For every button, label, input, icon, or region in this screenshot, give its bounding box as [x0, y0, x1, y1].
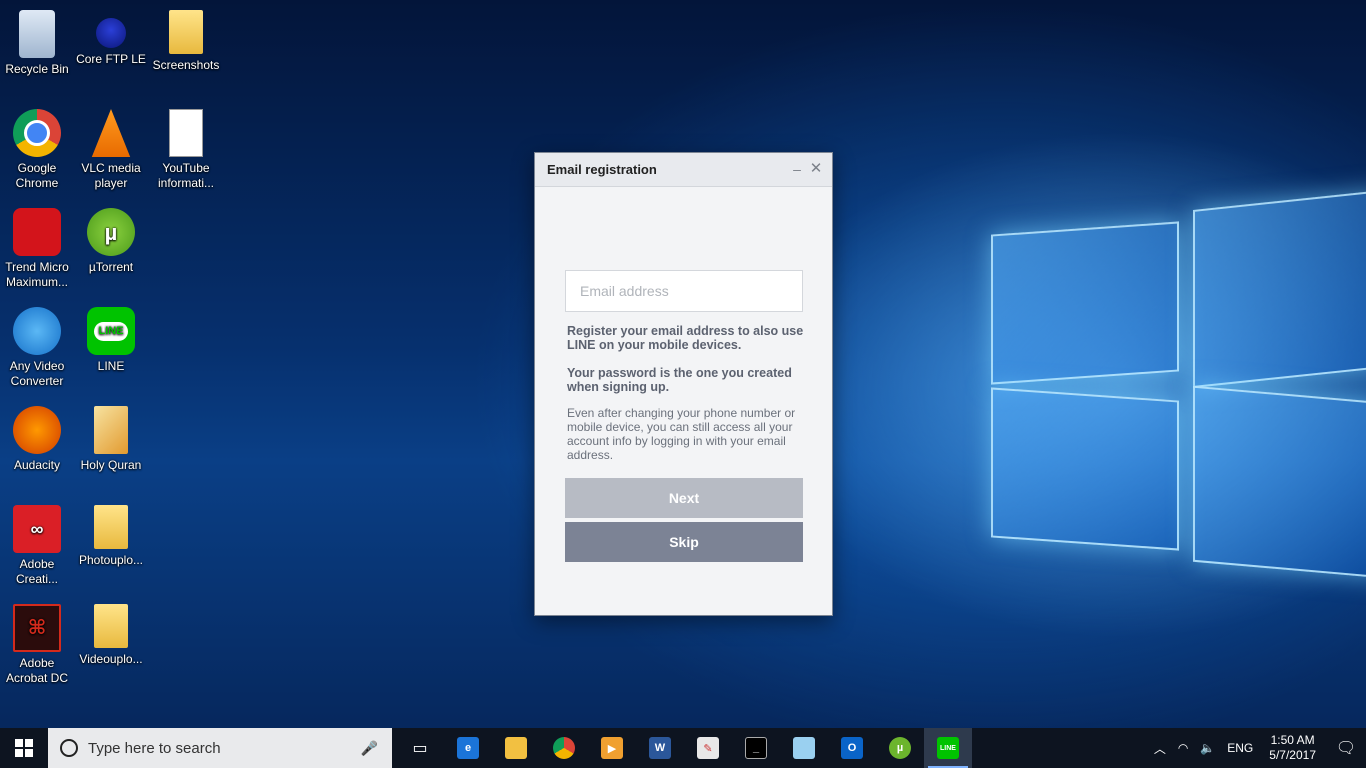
- skip-button[interactable]: Skip: [565, 522, 803, 562]
- taskbar-line[interactable]: LINE: [924, 728, 972, 768]
- language-indicator[interactable]: ENG: [1221, 741, 1259, 755]
- desktop-icon-trend-micro[interactable]: Trend Micro Maximum...: [0, 202, 74, 294]
- taskbar-outlook[interactable]: O: [828, 728, 876, 768]
- dialog-title: Email registration: [547, 162, 657, 177]
- quran-icon: [94, 406, 128, 454]
- chrome-icon: [553, 737, 575, 759]
- video-converter-icon: [13, 307, 61, 355]
- desktop-icon-audacity[interactable]: Audacity: [0, 400, 74, 492]
- desktop-icon-line[interactable]: LINE LINE: [74, 301, 148, 393]
- dialog-title-bar[interactable]: Email registration: [535, 153, 832, 187]
- desktop-icon-youtube-info[interactable]: YouTube informati...: [149, 103, 223, 195]
- edge-icon: e: [457, 737, 479, 759]
- file-explorer-icon: [505, 737, 527, 759]
- desktop-icon-videouploads[interactable]: Videouplo...: [74, 598, 148, 690]
- desktop-icon-adobe-acrobat[interactable]: ⌘ Adobe Acrobat DC: [0, 598, 74, 690]
- command-prompt-icon: _: [745, 737, 767, 759]
- desktop-icon-google-chrome[interactable]: Google Chrome: [0, 103, 74, 195]
- system-tray: ︿ ◠ 🔈 ENG 1:50 AM 5/7/2017 🗨: [1148, 728, 1366, 768]
- adobe-acrobat-icon: ⌘: [13, 604, 61, 652]
- desktop-icon-vlc[interactable]: VLC media player: [74, 103, 148, 195]
- word-icon: W: [649, 737, 671, 759]
- minimize-icon[interactable]: –: [789, 160, 805, 178]
- folder-icon: [94, 604, 128, 648]
- utorrent-icon: µ: [87, 208, 135, 256]
- taskbar-edge[interactable]: e: [444, 728, 492, 768]
- clock-date: 5/7/2017: [1269, 748, 1316, 762]
- microphone-icon[interactable]: 🎤: [361, 740, 378, 757]
- clock-time: 1:50 AM: [1270, 733, 1315, 747]
- task-view-button[interactable]: ▭: [396, 728, 444, 768]
- media-player-icon: ▶: [601, 737, 623, 759]
- taskbar-apps: ▭ e ▶ W ✎ _ O µ LINE: [396, 728, 972, 768]
- desktop-icon-adobe-creative-cloud[interactable]: ∞ Adobe Creati...: [0, 499, 74, 591]
- text-document-icon: [169, 109, 203, 157]
- folder-icon: [169, 10, 203, 54]
- line-app-icon: LINE: [87, 307, 135, 355]
- cortana-icon: [60, 739, 78, 757]
- search-placeholder: Type here to search: [88, 739, 221, 757]
- taskbar-paint[interactable]: ✎: [684, 728, 732, 768]
- taskbar: Type here to search 🎤 ▭ e ▶ W ✎ _ O µ LI…: [0, 728, 1366, 768]
- adobe-creative-cloud-icon: ∞: [13, 505, 61, 553]
- taskbar-search-box[interactable]: Type here to search 🎤: [48, 728, 392, 768]
- taskbar-word[interactable]: W: [636, 728, 684, 768]
- taskbar-command-prompt[interactable]: _: [732, 728, 780, 768]
- folder-icon: [94, 505, 128, 549]
- desktop-icon-screenshots[interactable]: Screenshots: [149, 4, 223, 96]
- next-button[interactable]: Next: [565, 478, 803, 518]
- start-button[interactable]: [0, 728, 48, 768]
- line-app-icon: LINE: [937, 737, 959, 759]
- audacity-icon: [13, 406, 61, 454]
- taskbar-file-explorer[interactable]: [492, 728, 540, 768]
- core-ftp-icon: [96, 18, 126, 48]
- taskbar-media-player[interactable]: ▶: [588, 728, 636, 768]
- notepad-icon: [793, 737, 815, 759]
- action-center-icon[interactable]: 🗨: [1326, 738, 1366, 758]
- chevron-up-icon[interactable]: ︿: [1148, 740, 1172, 757]
- trend-micro-icon: [13, 208, 61, 256]
- wifi-icon[interactable]: ◠: [1172, 741, 1194, 755]
- desktop-icon-any-video-converter[interactable]: Any Video Converter: [0, 301, 74, 393]
- email-address-input[interactable]: [565, 270, 803, 312]
- register-info-text: Register your email address to also use …: [567, 324, 804, 352]
- desktop-icon-recycle-bin[interactable]: Recycle Bin: [0, 4, 74, 96]
- desktop-icon-holy-quran[interactable]: Holy Quran: [74, 400, 148, 492]
- desktop-icon-core-ftp[interactable]: Core FTP LE: [74, 4, 148, 96]
- recycle-bin-icon: [19, 10, 55, 58]
- utorrent-icon: µ: [889, 737, 911, 759]
- email-registration-dialog: Email registration – ✕ Register your ema…: [534, 152, 833, 616]
- password-info-text: Your password is the one you created whe…: [567, 366, 792, 394]
- taskbar-notepad[interactable]: [780, 728, 828, 768]
- outlook-icon: O: [841, 737, 863, 759]
- clock[interactable]: 1:50 AM 5/7/2017: [1259, 733, 1326, 763]
- windows-start-icon: [15, 739, 33, 757]
- taskbar-utorrent[interactable]: µ: [876, 728, 924, 768]
- windows-logo-wallpaper: [985, 190, 1366, 579]
- desktop-icon-photouploads[interactable]: Photouplo...: [74, 499, 148, 591]
- desktop-icon-utorrent[interactable]: µ µTorrent: [74, 202, 148, 294]
- taskbar-chrome[interactable]: [540, 728, 588, 768]
- volume-icon[interactable]: 🔈: [1194, 741, 1221, 755]
- paint-icon: ✎: [697, 737, 719, 759]
- account-info-text: Even after changing your phone number or…: [567, 406, 796, 462]
- task-view-icon: ▭: [412, 740, 428, 757]
- vlc-cone-icon: [91, 109, 131, 157]
- chrome-icon: [13, 109, 61, 157]
- close-icon[interactable]: ✕: [808, 160, 824, 178]
